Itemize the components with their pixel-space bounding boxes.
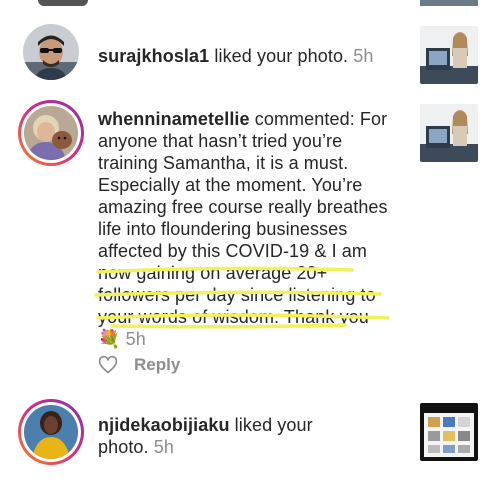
avatar-surajkhosla1[interactable]	[23, 24, 79, 80]
comment-actions: Reply	[98, 354, 180, 376]
notification-text: surajkhosla1 liked your photo. 5h	[98, 45, 374, 67]
notification-action: photo.	[98, 437, 149, 457]
previous-row-avatar-fragment	[38, 0, 88, 6]
notification-action: liked your photo.	[214, 46, 349, 66]
previous-row-thumbnail-fragment	[420, 0, 478, 6]
comment-line-last: 💐 5h	[98, 328, 418, 350]
comment-line: training Samantha, it is a must.	[98, 153, 349, 173]
comment-line: whenninametellie commented: For	[98, 108, 418, 130]
comment-line: followers per day since listening to	[98, 285, 376, 305]
notification-action: commented:	[254, 109, 355, 129]
comment-line: anyone that hasn’t tried you’re	[98, 131, 343, 151]
comment-line: your words of wisdom. Thank you	[98, 307, 369, 327]
avatar-njidekaobijiaku[interactable]	[24, 405, 78, 459]
post-thumbnail[interactable]	[420, 104, 478, 162]
comment-line: amazing free course really breathes	[98, 197, 388, 217]
username-link[interactable]: whenninametellie	[98, 109, 250, 129]
timestamp: 5h	[153, 437, 174, 457]
avatar-whenninametellie[interactable]	[24, 106, 78, 160]
username-link[interactable]: njidekaobijiaku	[98, 415, 230, 435]
timestamp: 5h	[125, 329, 146, 349]
heart-icon[interactable]	[98, 355, 118, 375]
comment-line: affected by this COVID-19 & I am	[98, 241, 367, 261]
comment-line: Especially at the moment. You’re	[98, 175, 363, 195]
notification-action: liked your	[234, 415, 313, 435]
bouquet-emoji: 💐	[98, 329, 121, 349]
post-thumbnail[interactable]	[420, 26, 478, 84]
comment-line: now gaining on average 20+	[98, 263, 328, 283]
comment-line-text: For	[359, 109, 388, 129]
comment-line: life into floundering businesses	[98, 219, 348, 239]
username-link[interactable]: surajkhosla1	[98, 46, 209, 66]
comment-text: whenninametellie commented: For anyone t…	[98, 108, 418, 350]
post-thumbnail[interactable]	[420, 403, 478, 461]
timestamp: 5h	[353, 46, 374, 66]
notification-text: njidekaobijiaku liked your photo. 5h	[98, 414, 313, 458]
reply-button[interactable]: Reply	[134, 355, 180, 375]
